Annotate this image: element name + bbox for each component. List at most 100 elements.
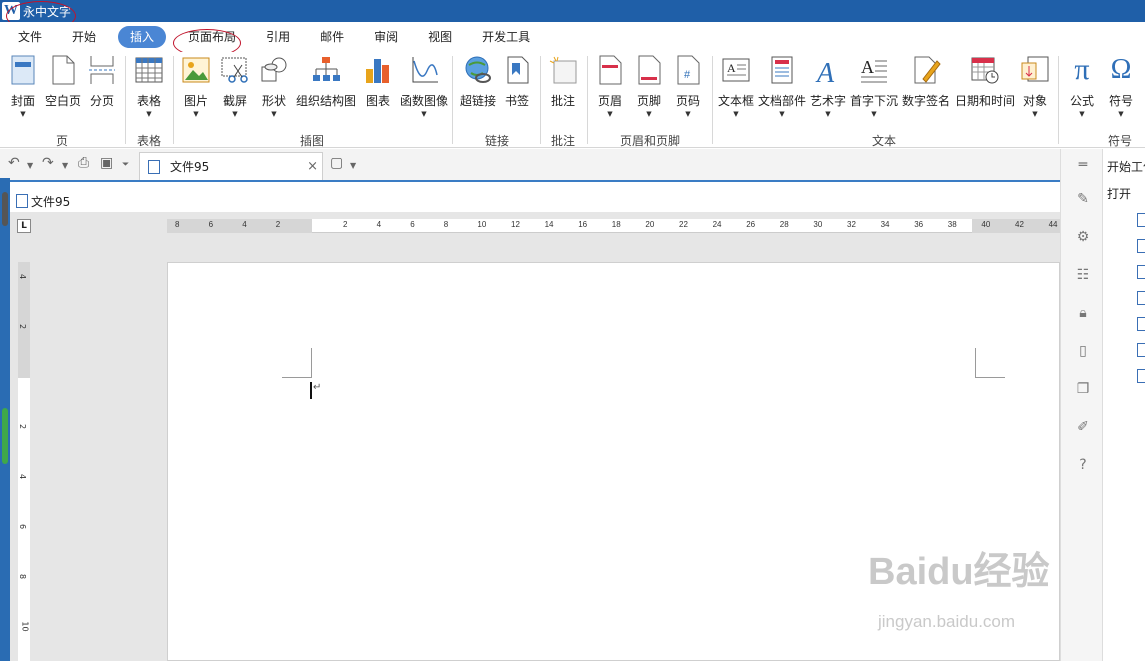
document-tab-bar: ↶ ▼ ↷ ▼ ⎙ ▣ ⏷ 文件95 × ▢ ▼ xyxy=(0,149,1060,182)
new-document-dropdown-icon[interactable]: ▼ xyxy=(350,161,356,170)
ruler-tick-label: 24 xyxy=(712,220,722,229)
document-tab-title: 文件95 xyxy=(170,160,210,174)
header-button[interactable]: 页眉 ▼ xyxy=(588,54,632,120)
panel-title: 开始工作 xyxy=(1107,160,1145,174)
open-label: 打开 xyxy=(1107,187,1132,201)
recent-file-icon[interactable] xyxy=(1137,317,1145,331)
hyperlink-button[interactable]: 超链接 xyxy=(456,54,500,120)
doc-parts-button[interactable]: 文档部件 ▼ xyxy=(758,54,806,120)
blank-page-icon xyxy=(47,54,79,86)
drag-handle[interactable] xyxy=(2,192,8,226)
tab-stop-selector[interactable]: L xyxy=(17,219,31,233)
redo-dropdown-icon[interactable]: ▼ xyxy=(62,161,68,170)
tab-references[interactable]: 引用 xyxy=(258,26,298,48)
recent-file-icon[interactable] xyxy=(1137,265,1145,279)
wordart-button[interactable]: A 艺术字 ▼ xyxy=(806,54,850,120)
ruler-tick-label: 2 xyxy=(343,220,348,229)
globe-link-icon xyxy=(462,54,494,86)
footer-button[interactable]: 页脚 ▼ xyxy=(627,54,671,120)
ruler-tick-label: 6 xyxy=(208,220,214,229)
shape-button[interactable]: 形状 ▼ xyxy=(252,54,296,120)
print-preview-icon[interactable]: ⎙ xyxy=(78,155,89,171)
ruler-tick-label: 14 xyxy=(544,220,554,229)
customize-quick-access-icon[interactable]: ⏷ xyxy=(122,160,129,170)
drop-cap-button[interactable]: A 首字下沉 ▼ xyxy=(850,54,898,120)
recent-file-icon[interactable] xyxy=(1137,291,1145,305)
right-tool-strip: ═ ✎ ⚙ ☷ 🔒︎ ▯ ❐ ✐ ? xyxy=(1060,149,1102,661)
comment-button[interactable]: 批注 xyxy=(541,54,585,120)
object-button[interactable]: 对象 ▼ xyxy=(1013,54,1057,120)
recent-file-icon[interactable] xyxy=(1137,213,1145,227)
document-tab[interactable]: 文件95 × xyxy=(139,152,323,180)
edit-note-icon[interactable]: ✐ xyxy=(1075,419,1091,435)
new-document-icon[interactable]: ▢ xyxy=(330,155,343,171)
pi-icon: π xyxy=(1074,53,1090,86)
table-button[interactable]: 表格 ▼ xyxy=(127,54,171,120)
recent-file-icon[interactable] xyxy=(1137,343,1145,357)
lock-icon[interactable]: 🔒︎ xyxy=(1075,305,1091,321)
tab-page-layout[interactable]: 页面布局 xyxy=(180,26,244,48)
tab-mailings[interactable]: 邮件 xyxy=(312,26,352,48)
copy-pages-icon[interactable]: ❐ xyxy=(1075,381,1091,397)
symbol-button[interactable]: Ω 符号 ▼ xyxy=(1099,54,1143,120)
document-page[interactable] xyxy=(167,262,1060,661)
blank-page-button[interactable]: 空白页 xyxy=(41,54,85,120)
undo-dropdown-icon[interactable]: ▼ xyxy=(27,161,33,170)
textbox-button[interactable]: A 文本框 ▼ xyxy=(714,54,758,120)
recent-file-icon[interactable] xyxy=(1137,239,1145,253)
recent-file-icon[interactable] xyxy=(1137,369,1145,383)
ruler-tick-label: 22 xyxy=(679,220,688,229)
ruler-tick-label: 8 xyxy=(175,220,180,229)
save-icon[interactable]: ▣ xyxy=(100,155,113,171)
org-chart-icon xyxy=(310,54,342,86)
cover-button[interactable]: 封面 ▼ xyxy=(1,54,45,120)
page-number-button[interactable]: # 页码 ▼ xyxy=(666,54,710,120)
sliders-icon[interactable]: ⚙ xyxy=(1075,229,1091,245)
tab-file[interactable]: 文件 xyxy=(10,26,50,48)
tab-view[interactable]: 视图 xyxy=(420,26,460,48)
document-icon xyxy=(148,159,160,174)
close-icon[interactable]: × xyxy=(307,159,318,174)
ruler-tick-label: 8 xyxy=(443,220,449,229)
horizontal-ruler[interactable]: 8 6 4 2 2 4 6 8 10 12 14 16 18 20 22 24 26 28 30 32 34 36 38 40… xyxy=(167,219,1060,233)
tab-home[interactable]: 开始 xyxy=(64,26,104,48)
ruler-tick-label: 42 xyxy=(1015,220,1024,229)
ruler-tick-label: 10 xyxy=(20,621,30,632)
datetime-button[interactable]: 日期和时间 xyxy=(955,54,1015,120)
bookmark-button[interactable]: 书签 xyxy=(495,54,539,120)
picture-icon xyxy=(180,54,212,86)
ruler-tick-label: 32 xyxy=(847,220,856,229)
ruler-tick-label: 12 xyxy=(511,220,520,229)
vertical-ruler[interactable]: 4 2 2 4 6 8 10 xyxy=(18,262,30,661)
undo-icon[interactable]: ↶ xyxy=(8,155,20,171)
screenshot-button[interactable]: 截屏 ▼ xyxy=(213,54,257,120)
formula-button[interactable]: π 公式 ▼ xyxy=(1060,53,1104,120)
tab-insert[interactable]: 插入 xyxy=(118,26,167,48)
function-image-button[interactable]: 函数图像 ▼ xyxy=(400,54,448,120)
clipboard-icon[interactable]: ▯ xyxy=(1075,343,1091,359)
footer-icon xyxy=(633,54,665,86)
org-chart-button[interactable]: 组织结构图 xyxy=(296,54,356,120)
ribbon: 封面 ▼ 空白页 分页 页 表格 ▼ 表格 图片 ▼ 截屏 ▼ 形状 ▼ 组织结… xyxy=(0,52,1145,148)
outline-icon[interactable]: ☷ xyxy=(1075,267,1091,283)
digital-signature-button[interactable]: 数字签名 xyxy=(902,54,950,120)
ruler-tick-label: 16 xyxy=(578,220,588,229)
tab-review[interactable]: 审阅 xyxy=(366,26,406,48)
redo-icon[interactable]: ↷ xyxy=(42,155,54,171)
chart-button[interactable]: 图表 xyxy=(356,54,400,120)
ruler-tick-label: 2 xyxy=(275,220,281,229)
tab-developer[interactable]: 开发工具 xyxy=(474,26,538,48)
collapse-panel-icon[interactable]: ═ xyxy=(1075,157,1091,173)
pencil-icon[interactable]: ✎ xyxy=(1075,191,1091,207)
shape-icon xyxy=(258,54,290,86)
doc-parts-icon xyxy=(766,54,798,86)
drag-handle[interactable] xyxy=(2,408,8,464)
picture-button[interactable]: 图片 ▼ xyxy=(174,54,218,120)
ribbon-separator xyxy=(1058,56,1059,144)
ribbon-separator xyxy=(125,56,126,144)
margin-corner-mark xyxy=(282,348,312,378)
margin-corner-mark xyxy=(975,348,1005,378)
help-icon[interactable]: ? xyxy=(1075,457,1091,473)
function-graph-icon xyxy=(408,54,440,86)
page-break-button[interactable]: 分页 xyxy=(80,54,124,120)
